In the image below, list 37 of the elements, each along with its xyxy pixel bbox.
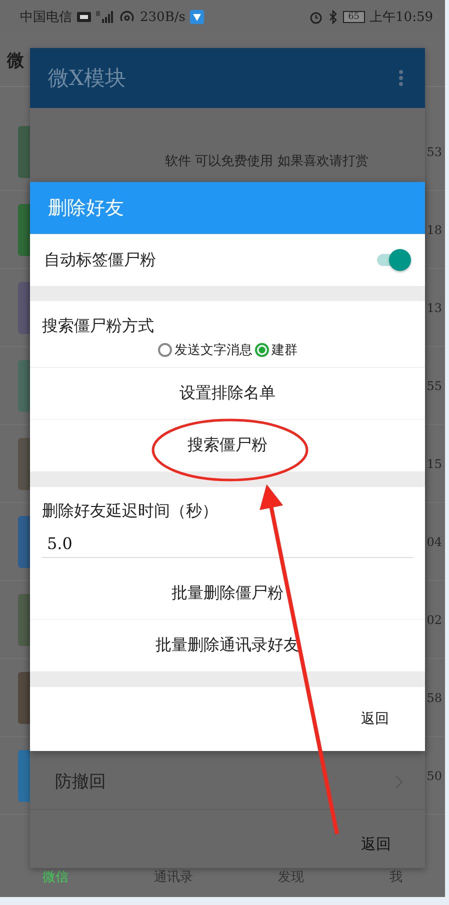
action-button[interactable]: 批量删除僵尸粉 xyxy=(162,577,294,610)
radio-label: 建群 xyxy=(272,342,298,359)
chat-time: 04 xyxy=(426,534,442,548)
signal-icon xyxy=(96,11,114,23)
network-speed: 230B/s xyxy=(140,10,186,24)
input-field[interactable]: 5.0 xyxy=(42,530,413,558)
bluetooth-icon xyxy=(328,10,338,24)
setting-label: 搜索僵尸粉方式 xyxy=(42,316,155,337)
chat-time: 13 xyxy=(426,300,442,314)
clock-time: 上午10:59 xyxy=(370,9,433,26)
battery-indicator: 65 xyxy=(343,11,365,23)
carrier-name: 中国电信 xyxy=(20,9,72,26)
chat-time: 55 xyxy=(426,378,442,392)
app-title: 微 xyxy=(7,50,24,72)
notice-text: 软件 可以免费使用 如果喜欢请打赏 xyxy=(164,153,370,170)
setting-label: 删除好友延迟时间（秒） xyxy=(42,501,219,522)
alarm-icon xyxy=(309,10,324,24)
dialog-title: 微X模块 xyxy=(48,65,126,92)
menu-item-label: 防撤回 xyxy=(55,771,106,793)
action-button[interactable]: 设置排除名单 xyxy=(170,377,286,410)
chat-time: 58 xyxy=(426,690,442,704)
app-notification-icon xyxy=(190,10,204,24)
more-options-icon[interactable] xyxy=(399,70,403,86)
hd-icon xyxy=(77,12,91,22)
radio-button[interactable] xyxy=(158,343,172,357)
toggle-switch[interactable] xyxy=(375,248,411,272)
dialog-title: 删除好友 xyxy=(48,196,124,221)
chat-time: 15 xyxy=(426,456,442,470)
chat-time: 18 xyxy=(426,222,442,236)
setting-label: 自动标签僵尸粉 xyxy=(44,250,156,270)
radio-label: 发送文字消息 xyxy=(174,342,252,359)
chat-time: 53 xyxy=(426,144,442,158)
radio-button[interactable] xyxy=(254,343,268,357)
chat-time: 50 xyxy=(426,768,442,782)
hotspot-icon xyxy=(119,10,135,24)
back-button[interactable]: 返回 xyxy=(355,706,395,732)
chat-time: 02 xyxy=(426,612,442,626)
